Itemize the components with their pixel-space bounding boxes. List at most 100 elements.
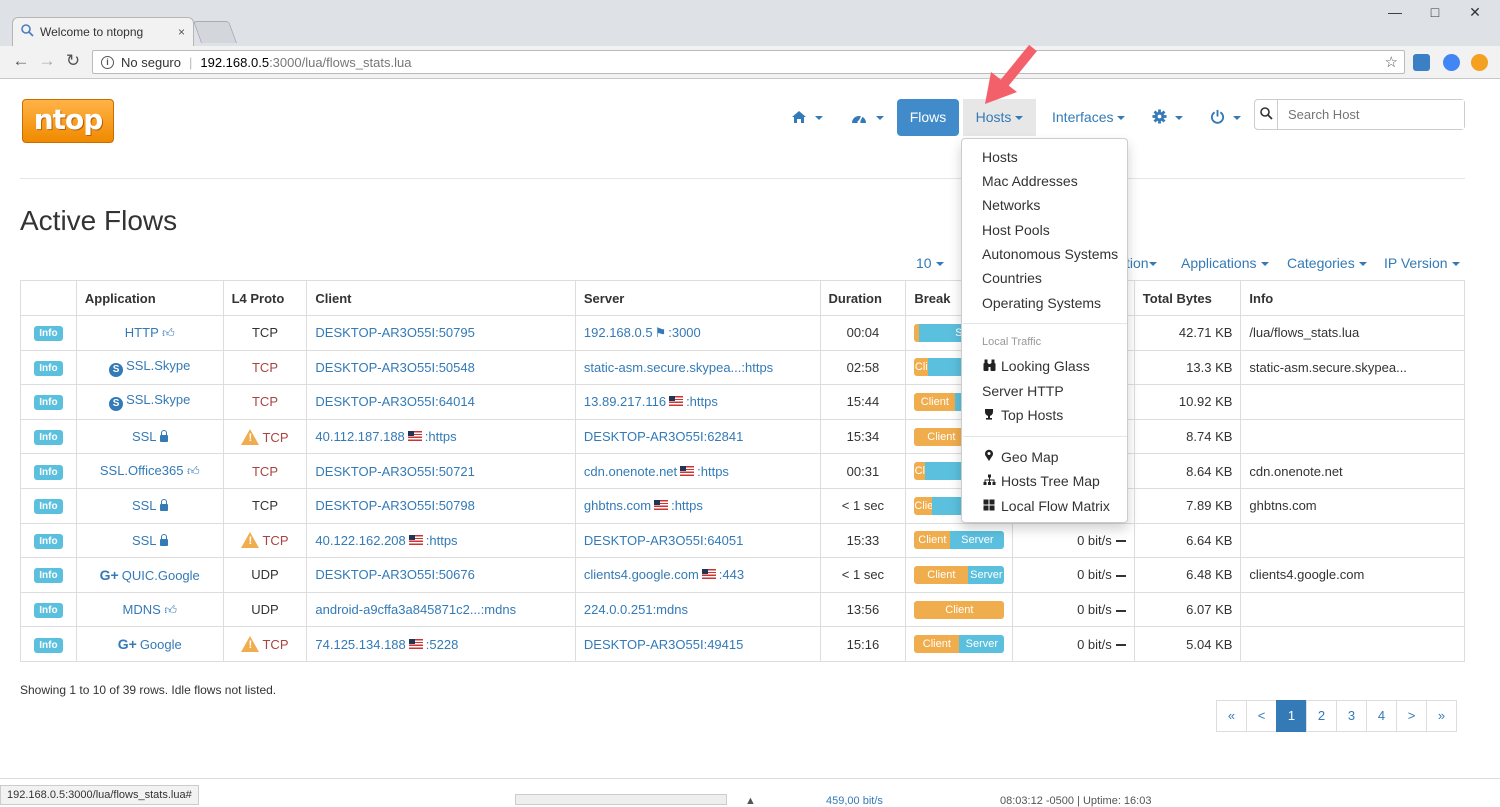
dropdown-item-operating-systems[interactable]: Operating Systems xyxy=(982,295,1101,311)
server-cell[interactable]: static-asm.secure.skypea...:https xyxy=(574,349,821,386)
client-cell[interactable]: 40.122.162.208:https xyxy=(306,522,576,559)
address-bar[interactable]: i No seguro | 192.168.0.5 :3000/lua/flow… xyxy=(92,50,1405,74)
server-cell[interactable]: 224.0.0.251:mdns xyxy=(574,591,821,628)
new-tab-button[interactable] xyxy=(192,21,238,43)
search-button[interactable] xyxy=(1255,100,1278,129)
dropdown-item-top-hosts[interactable]: Top Hosts xyxy=(982,407,1063,423)
application-cell[interactable]: HTTP 👍︎ xyxy=(75,315,224,351)
info-button[interactable]: Info xyxy=(34,637,63,653)
dropdown-item-hosts-tree-map[interactable]: Hosts Tree Map xyxy=(982,473,1100,489)
page-button[interactable]: « xyxy=(1216,700,1247,732)
application-cell[interactable]: S SSL.Skype xyxy=(75,349,224,386)
server-cell[interactable]: DESKTOP-AR3O55I:64051 xyxy=(574,522,821,559)
info-button[interactable]: Info xyxy=(34,464,63,480)
dashboard-menu[interactable] xyxy=(850,99,884,136)
server-cell[interactable]: clients4.google.com:443 xyxy=(574,557,821,593)
page-button[interactable]: < xyxy=(1246,700,1277,732)
forward-icon[interactable]: → xyxy=(36,51,58,71)
info-icon[interactable]: i xyxy=(101,55,114,69)
client-cell[interactable]: DESKTOP-AR3O55I:50795 xyxy=(306,315,576,351)
client-cell[interactable]: DESKTOP-AR3O55I:64014 xyxy=(306,384,576,420)
col-header-total-bytes[interactable]: Total Bytes xyxy=(1133,280,1242,316)
col-header-client[interactable]: Client xyxy=(306,280,576,316)
home-menu[interactable] xyxy=(791,99,823,136)
client-cell[interactable]: DESKTOP-AR3O55I:50721 xyxy=(306,453,576,489)
close-window-icon[interactable]: ✕ xyxy=(1455,4,1495,21)
dropdown-item-host-pools[interactable]: Host Pools xyxy=(982,222,1050,238)
page-button[interactable]: 1 xyxy=(1276,700,1307,732)
menu-icon[interactable] xyxy=(1471,54,1488,71)
server-cell[interactable]: ghbtns.com:https xyxy=(574,487,821,524)
col-header-duration[interactable]: Duration xyxy=(819,280,907,316)
bookmark-star-icon[interactable]: ☆ xyxy=(1385,53,1398,71)
info-button[interactable]: Info xyxy=(34,499,63,515)
nav-interfaces[interactable]: Interfaces xyxy=(1052,99,1126,136)
client-cell[interactable]: android-a9cffa3a845871c2...:mdns xyxy=(306,591,576,628)
dropdown-item-networks[interactable]: Networks xyxy=(982,197,1040,213)
reload-icon[interactable]: ↻ xyxy=(62,51,84,71)
local-flow-matrix-label: Local Flow Matrix xyxy=(1001,498,1110,514)
ip-version-filter[interactable]: IP Version xyxy=(1384,255,1460,271)
rows-per-page-dropdown[interactable]: 10 xyxy=(916,255,944,271)
applications-filter[interactable]: Applications xyxy=(1181,255,1269,271)
col-header-l4-proto[interactable]: L4 Proto xyxy=(222,280,308,316)
settings-menu[interactable] xyxy=(1152,99,1183,136)
application-cell[interactable]: MDNS 👍︎ xyxy=(75,591,224,628)
total-bytes-cell: 13.3 KB xyxy=(1133,349,1242,386)
application-cell[interactable]: G+ QUIC.Google xyxy=(75,557,224,593)
ntop-logo[interactable]: ntop xyxy=(22,99,114,143)
col-header-server[interactable]: Server xyxy=(574,280,821,316)
info-button[interactable]: Info xyxy=(34,360,63,376)
close-tab-icon[interactable]: × xyxy=(178,25,185,39)
dropdown-item-looking-glass[interactable]: Looking Glass xyxy=(982,358,1090,374)
page-button[interactable]: 4 xyxy=(1366,700,1397,732)
client-cell[interactable]: 40.112.187.188:https xyxy=(306,418,576,455)
minimize-icon[interactable]: — xyxy=(1375,4,1415,20)
dropdown-item-hosts[interactable]: Hosts xyxy=(982,149,1018,165)
dropdown-item-geo-map[interactable]: Geo Map xyxy=(982,449,1059,465)
info-button[interactable]: Info xyxy=(34,395,63,411)
client-cell[interactable]: DESKTOP-AR3O55I:50548 xyxy=(306,349,576,386)
server-cell[interactable]: DESKTOP-AR3O55I:49415 xyxy=(574,626,821,662)
server-cell[interactable]: DESKTOP-AR3O55I:62841 xyxy=(574,418,821,455)
application-cell[interactable]: SSL.Office365 👍︎ xyxy=(75,453,224,489)
server-cell[interactable]: 13.89.217.116:https xyxy=(574,384,821,420)
application-cell[interactable]: SSL xyxy=(75,418,224,455)
dropdown-header-local-traffic: Local Traffic xyxy=(982,336,1042,348)
application-cell[interactable]: SSL xyxy=(75,522,224,559)
client-cell[interactable]: DESKTOP-AR3O55I:50798 xyxy=(306,487,576,524)
application-cell[interactable]: SSL xyxy=(75,487,224,524)
profile-icon[interactable] xyxy=(1443,54,1460,71)
col-header-info-text[interactable]: Info xyxy=(1240,280,1465,316)
ip-version-filter-label: IP Version xyxy=(1384,255,1448,271)
server-cell[interactable]: cdn.onenote.net:https xyxy=(574,453,821,489)
dropdown-item-autonomous-systems[interactable]: Autonomous Systems xyxy=(982,246,1118,262)
client-cell[interactable]: 74.125.134.188:5228 xyxy=(306,626,576,662)
power-menu[interactable] xyxy=(1210,99,1241,136)
nav-flows[interactable]: Flows xyxy=(897,99,959,136)
info-button[interactable]: Info xyxy=(34,430,63,446)
dropdown-item-mac-addresses[interactable]: Mac Addresses xyxy=(982,173,1078,189)
info-button[interactable]: Info xyxy=(34,533,63,549)
server-cell[interactable]: 192.168.0.5 ⚑:3000 xyxy=(574,315,821,351)
application-cell[interactable]: G+ Google xyxy=(75,626,224,662)
back-icon[interactable]: ← xyxy=(10,51,32,71)
col-header-application[interactable]: Application xyxy=(75,280,224,316)
page-button[interactable]: 3 xyxy=(1336,700,1367,732)
search-host-input[interactable] xyxy=(1278,100,1464,129)
info-button[interactable]: Info xyxy=(34,326,63,342)
maximize-icon[interactable]: □ xyxy=(1415,4,1455,20)
dropdown-item-server-http[interactable]: Server HTTP xyxy=(982,383,1064,399)
info-button[interactable]: Info xyxy=(34,568,63,584)
dropdown-item-countries[interactable]: Countries xyxy=(982,270,1042,286)
extension-icon[interactable] xyxy=(1413,54,1430,71)
dropdown-item-local-flow-matrix[interactable]: Local Flow Matrix xyxy=(982,498,1110,514)
client-cell[interactable]: DESKTOP-AR3O55I:50676 xyxy=(306,557,576,593)
categories-filter[interactable]: Categories xyxy=(1287,255,1367,271)
browser-tab[interactable]: Welcome to ntopng × xyxy=(12,17,194,46)
page-button[interactable]: 2 xyxy=(1306,700,1337,732)
info-button[interactable]: Info xyxy=(34,603,63,619)
page-button[interactable]: » xyxy=(1426,700,1457,732)
page-button[interactable]: > xyxy=(1396,700,1427,732)
application-cell[interactable]: S SSL.Skype xyxy=(75,384,224,420)
